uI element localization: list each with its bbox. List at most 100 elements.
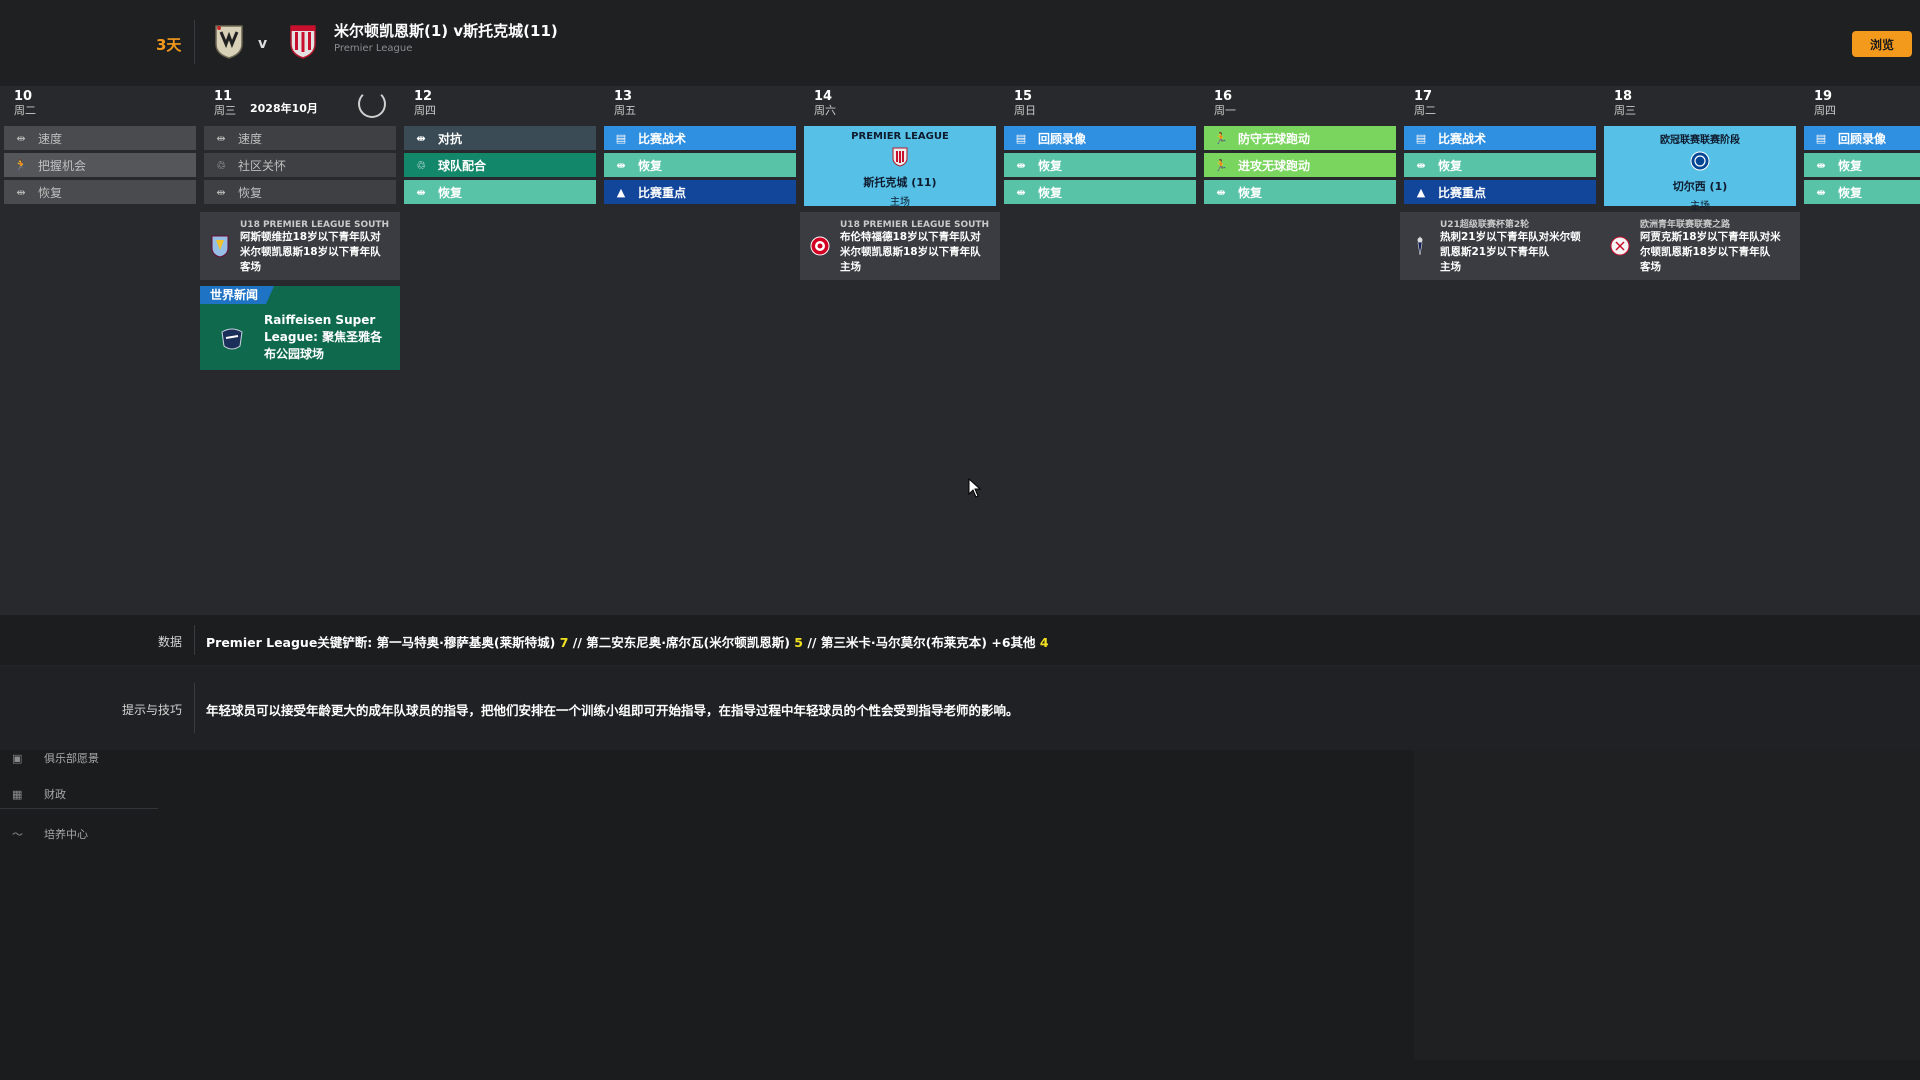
day-column: 10 周二 ⇹ 速度 🏃 把握机会 ⇹ 恢复 — [0, 86, 196, 615]
training-slot[interactable]: ▲ 比赛重点 — [1404, 180, 1596, 204]
day-column: 19 周四 ▤ 回顾录像 ⇹ 恢复 ⇹ 恢复 — [1800, 86, 1920, 615]
day-header: 14 周六 — [814, 90, 836, 118]
stat-value: 4 — [1039, 635, 1049, 650]
fixture-teams: 热刺21岁以下青年队对米尔顿凯恩斯21岁以下青年队 — [1440, 231, 1581, 258]
slot-label: 速度 — [38, 131, 63, 146]
day-number: 10 — [14, 89, 33, 104]
slot-label: 对抗 — [438, 131, 463, 146]
training-slot[interactable]: ▤ 回顾录像 — [1804, 126, 1920, 150]
day-weekday: 周日 — [1014, 104, 1036, 117]
day-header: 15 周日 — [1014, 90, 1036, 118]
runner-icon: 🏃 — [1214, 158, 1228, 172]
slot-label: 回顾录像 — [1038, 131, 1087, 146]
recovery-arrows-icon: ⇹ — [1416, 158, 1426, 172]
training-slot[interactable]: 🏃 把握机会 — [4, 153, 196, 177]
world-news-card[interactable]: 世界新闻 Raiffeisen Super League: 聚焦圣雅各布公园球场 — [200, 286, 400, 370]
club-crest-icon — [1417, 236, 1423, 256]
mouse-cursor-icon — [968, 478, 982, 498]
recovery-arrows-icon: ⇹ — [216, 131, 226, 145]
training-slot[interactable]: ⇹ 恢复 — [1204, 180, 1396, 204]
slot-label: 进攻无球跑动 — [1238, 158, 1311, 173]
nav-item-development-centre[interactable]: 〜 培养中心 — [12, 826, 88, 842]
recovery-arrows-icon: ⇹ — [16, 185, 26, 199]
days-until-match: 3天 — [156, 36, 182, 54]
slot-label: 恢复 — [38, 185, 63, 200]
training-slot[interactable]: ⇹ 恢复 — [1004, 153, 1196, 177]
youth-fixture-card[interactable]: U21超级联赛杯第2轮 热刺21岁以下青年队对米尔顿凯恩斯21岁以下青年队 主场 — [1400, 212, 1600, 280]
recovery-arrows-icon: ⇹ — [1816, 185, 1826, 199]
day-number: 13 — [614, 89, 633, 104]
fixture-teams: 布伦特福德18岁以下青年队对米尔顿凯恩斯18岁以下青年队 — [840, 231, 981, 258]
nav-item-club-vision[interactable]: ▣ 俱乐部愿景 — [12, 750, 99, 766]
day-column: 18 周三 欧冠联赛联赛阶段 切尔西 (1) 主场 — [1600, 86, 1796, 615]
training-slot[interactable]: ⇹ 恢复 — [1004, 180, 1196, 204]
training-slot[interactable]: ⇹ 恢复 — [1404, 153, 1596, 177]
training-slot[interactable]: ⇹ 恢复 — [1804, 153, 1920, 177]
tactics-board-icon: ▤ — [1015, 131, 1027, 145]
browse-button[interactable]: 浏览 — [1852, 31, 1912, 57]
day-weekday: 周二 — [14, 104, 36, 117]
day-weekday: 周二 — [1414, 104, 1436, 117]
match-competition: PREMIER LEAGUE — [851, 131, 949, 142]
league-logo-icon — [221, 328, 243, 350]
day-header: 13 周五 — [614, 89, 636, 118]
tips-label: 提示与技巧 — [121, 703, 182, 717]
youth-fixture-card[interactable]: U18 PREMIER LEAGUE SOUTH 阿斯顿维拉18岁以下青年队对米… — [200, 212, 400, 280]
tips-text: 年轻球员可以接受年龄更大的成年队球员的指导，把他们安排在一个训练小组即可开始指导… — [206, 703, 1019, 718]
day-weekday: 周六 — [814, 104, 836, 117]
header-divider — [194, 20, 195, 64]
training-slot[interactable]: ⇹ 速度 — [204, 126, 396, 150]
day-number: 18 — [1614, 89, 1633, 104]
match-venue: 主场 — [890, 197, 910, 208]
training-slot[interactable]: ⇹ 对抗 — [404, 126, 596, 150]
fixture-venue: 主场 — [840, 261, 861, 273]
match-title[interactable]: 米尔顿凯恩斯(1) v斯托克城(11) — [334, 20, 558, 41]
slot-label: 恢复 — [438, 185, 463, 200]
teamwork-icon: ♲ — [416, 158, 426, 172]
stat-value: 5 — [794, 635, 803, 650]
away-club-crest-icon[interactable] — [286, 22, 320, 60]
day-header: 19 周四 — [1814, 89, 1836, 118]
training-slot[interactable]: ⇹ 恢复 — [404, 180, 596, 204]
training-slot[interactable]: ▲ 比赛重点 — [604, 180, 796, 204]
training-slot[interactable]: ♲ 球队配合 — [404, 153, 596, 177]
match-header: 3天 v 米尔顿凯恩斯(1) v斯托克城(11) Premier League … — [0, 0, 1920, 86]
training-slot[interactable]: ⇹ 恢复 — [1804, 180, 1920, 204]
slot-label: 比赛重点 — [1438, 185, 1487, 200]
recovery-arrows-icon: ⇹ — [416, 185, 426, 199]
slot-label: 恢复 — [638, 158, 663, 173]
versus-label: v — [258, 36, 268, 52]
opponent-crest-icon — [1690, 151, 1710, 171]
training-slot[interactable]: ▤ 比赛战术 — [604, 126, 796, 150]
recovery-arrows-icon: ⇹ — [616, 158, 626, 172]
youth-fixture-card[interactable]: U18 PREMIER LEAGUE SOUTH 布伦特福德18岁以下青年队对米… — [800, 212, 1000, 280]
training-slot[interactable]: ⇹ 速度 — [4, 126, 196, 150]
stats-second: // 第二安东尼奥·席尔瓦(米尔顿凯恩斯) — [572, 635, 790, 650]
fixture-details: 布伦特福德18岁以下青年队对米尔顿凯恩斯18岁以下青年队主场 — [840, 230, 990, 275]
training-slot[interactable]: ⇹ 恢复 — [204, 180, 396, 204]
day-weekday: 周三 — [214, 104, 236, 117]
training-slot[interactable]: 🏃 进攻无球跑动 — [1204, 153, 1396, 177]
training-slot[interactable]: ▤ 回顾录像 — [1004, 126, 1196, 150]
stats-text[interactable]: Premier League关键铲断: 第一马特奥·穆萨基奥(莱斯特城) 7 /… — [206, 632, 1049, 651]
day-number: 12 — [414, 89, 433, 104]
slot-label: 比赛战术 — [1438, 131, 1487, 146]
youth-fixture-card[interactable]: 欧洲青年联赛联赛之路 阿贾克斯18岁以下青年队对米尔顿凯恩斯18岁以下青年队 客场 — [1600, 212, 1800, 280]
training-slot[interactable]: ⇹ 恢复 — [604, 153, 796, 177]
training-slot[interactable]: ♲ 社区关怀 — [204, 153, 396, 177]
day-header: 11 周三 — [214, 90, 236, 118]
home-club-crest-icon[interactable] — [212, 22, 246, 60]
match-day-block[interactable]: PREMIER LEAGUE 斯托克城 (11) 主场 — [804, 126, 996, 208]
nav-item-finance[interactable]: ▦ 财政 — [12, 786, 66, 802]
recovery-arrows-icon: ⇹ — [16, 131, 26, 145]
fixture-venue: 客场 — [240, 261, 261, 273]
day-weekday: 周一 — [1214, 104, 1236, 117]
match-day-block[interactable]: 欧冠联赛联赛阶段 切尔西 (1) 主场 — [1604, 126, 1796, 212]
fixture-venue: 主场 — [1440, 261, 1461, 273]
day-weekday: 周四 — [414, 104, 436, 117]
development-icon: 〜 — [12, 828, 23, 841]
training-slot[interactable]: 🏃 防守无球跑动 — [1204, 126, 1396, 150]
training-slot[interactable]: ▤ 比赛战术 — [1404, 126, 1596, 150]
training-slot[interactable]: ⇹ 恢复 — [4, 180, 196, 204]
day-number: 19 — [1814, 89, 1833, 104]
